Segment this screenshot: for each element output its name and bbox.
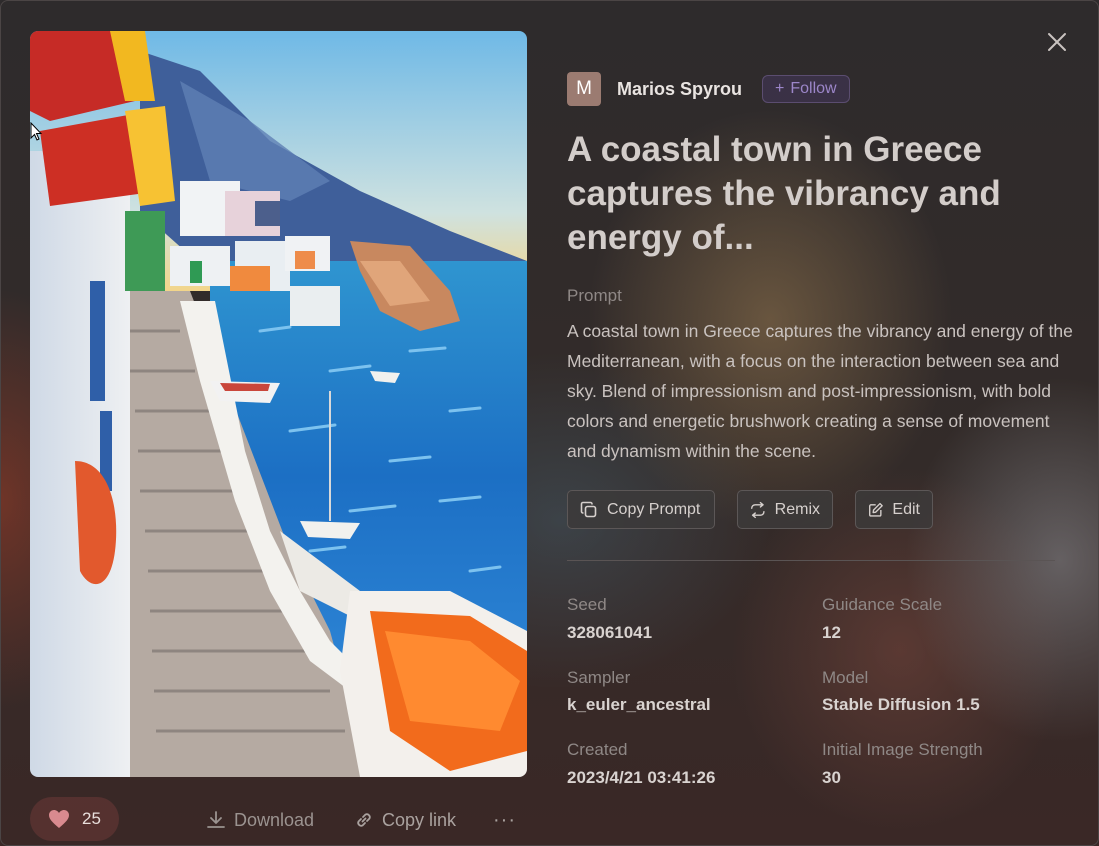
copy-link-button[interactable]: Copy link: [354, 804, 456, 836]
created-label: Created: [567, 740, 628, 759]
remix-label: Remix: [774, 500, 820, 518]
initial-image-strength-label: Initial Image Strength: [822, 740, 983, 759]
download-icon: [207, 811, 225, 828]
author-row: M Marios Spyrou + Follow: [567, 72, 850, 106]
prompt-label: Prompt: [567, 286, 622, 305]
seed-value: 328061041: [567, 623, 653, 642]
heart-icon: [49, 810, 69, 828]
sampler-value: k_euler_ancestral: [567, 695, 711, 714]
initial-image-strength-value: 30: [822, 768, 841, 787]
follow-label: Follow: [790, 80, 837, 97]
page-title: A coastal town in Greece captures the vi…: [567, 130, 1001, 257]
more-icon: ···: [493, 808, 516, 831]
close-button[interactable]: [1043, 28, 1071, 56]
edit-label: Edit: [892, 500, 920, 518]
like-button[interactable]: 25: [30, 797, 119, 841]
edit-icon: [869, 502, 883, 517]
download-button[interactable]: Download: [206, 804, 314, 836]
seed-label: Seed: [567, 595, 607, 614]
download-label: Download: [234, 809, 315, 830]
remix-button[interactable]: Remix: [737, 490, 833, 529]
follow-button[interactable]: + Follow: [762, 75, 850, 103]
plus-icon: +: [775, 80, 785, 97]
link-icon: [357, 813, 371, 827]
mouse-cursor-icon: [30, 122, 42, 141]
close-icon: [1048, 33, 1066, 51]
sampler-label: Sampler: [567, 668, 631, 687]
copy-prompt-button[interactable]: Copy Prompt: [567, 490, 715, 529]
model-value: Stable Diffusion 1.5: [822, 695, 980, 714]
created-value: 2023/4/21 03:41:26: [567, 768, 716, 787]
copy-icon: [580, 501, 597, 517]
more-options-button[interactable]: ···: [493, 804, 516, 836]
prompt-text: A coastal town in Greece captures the vi…: [567, 321, 1073, 461]
edit-button[interactable]: Edit: [855, 490, 933, 529]
copy-link-label: Copy link: [382, 809, 457, 830]
remix-icon: [751, 501, 765, 518]
avatar[interactable]: M: [567, 72, 601, 106]
like-count: 25: [82, 809, 101, 828]
divider: [567, 560, 1055, 561]
author-name[interactable]: Marios Spyrou: [617, 79, 742, 100]
generated-image[interactable]: [30, 31, 527, 777]
copy-prompt-label: Copy Prompt: [607, 500, 701, 518]
guidance-scale-label: Guidance Scale: [822, 595, 943, 614]
model-label: Model: [822, 668, 869, 687]
guidance-scale-value: 12: [822, 623, 841, 642]
